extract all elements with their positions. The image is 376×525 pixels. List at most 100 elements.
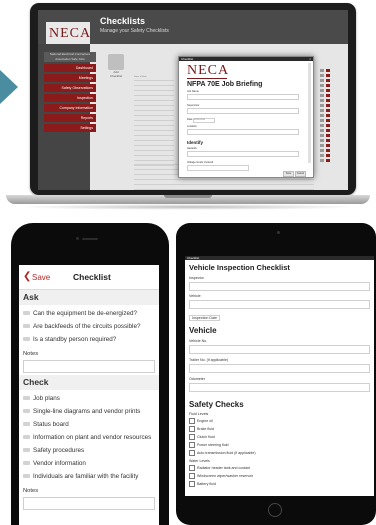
odometer-field[interactable]	[189, 383, 370, 392]
vehicle-no-field[interactable]	[189, 345, 370, 354]
edit-icon[interactable]	[320, 159, 324, 162]
delete-icon[interactable]	[326, 144, 330, 147]
supervisor-field[interactable]	[187, 108, 299, 114]
delete-icon[interactable]	[326, 129, 330, 132]
edit-icon[interactable]	[320, 114, 324, 117]
edit-icon[interactable]	[320, 124, 324, 127]
checklist-item[interactable]: Are backfeeds of the circuits possible?	[23, 323, 140, 330]
checklist-item[interactable]: Windscreen wiper/washer reservoir	[189, 473, 253, 479]
checkbox[interactable]	[189, 473, 195, 479]
delete-icon[interactable]	[326, 134, 330, 137]
modal-scrollbar[interactable]	[308, 63, 311, 163]
checkbox[interactable]	[23, 324, 30, 329]
checklist-item[interactable]: Engine oil	[189, 418, 213, 424]
delete-icon[interactable]	[326, 139, 330, 142]
checklist-item[interactable]: Single-line diagrams and vendor prints	[23, 408, 140, 415]
edit-icon[interactable]	[320, 84, 324, 87]
checkbox[interactable]	[23, 396, 30, 401]
notes-field[interactable]	[23, 360, 155, 373]
checkbox[interactable]	[23, 435, 30, 440]
checkbox[interactable]	[189, 426, 195, 432]
checkbox[interactable]	[23, 422, 30, 427]
sidebar-item[interactable]: Dashboard	[44, 64, 96, 72]
checkbox[interactable]	[23, 474, 30, 479]
edit-icon[interactable]	[320, 94, 324, 97]
delete-icon[interactable]	[326, 159, 330, 162]
delete-icon[interactable]	[326, 84, 330, 87]
sidebar-item[interactable]: Inspection	[44, 94, 96, 102]
delete-icon[interactable]	[326, 149, 330, 152]
delete-icon[interactable]	[326, 99, 330, 102]
chevron-left-icon[interactable]: ❮	[23, 271, 31, 282]
delete-icon[interactable]	[326, 119, 330, 122]
checklist-item[interactable]: Job plans	[23, 395, 60, 402]
save-button[interactable]: Save	[283, 171, 294, 177]
checkbox[interactable]	[23, 311, 30, 316]
delete-icon[interactable]	[326, 109, 330, 112]
delete-icon[interactable]	[326, 94, 330, 97]
edit-icon[interactable]	[320, 139, 324, 142]
edit-icon[interactable]	[320, 134, 324, 137]
checkbox[interactable]	[189, 465, 195, 471]
sidebar-item[interactable]: Meetings	[44, 74, 96, 82]
edit-icon[interactable]	[320, 69, 324, 72]
checklist-item[interactable]: Battery fluid	[189, 481, 216, 487]
checkbox[interactable]	[189, 418, 195, 424]
edit-icon[interactable]	[320, 104, 324, 107]
sidebar-item[interactable]: Settings	[44, 124, 96, 132]
checklist-item[interactable]: Individuals are familiar with the facili…	[23, 473, 138, 480]
checklist-item[interactable]: Brake fluid	[189, 426, 214, 432]
delete-icon[interactable]	[326, 69, 330, 72]
app-logo[interactable]: NECA	[46, 22, 90, 44]
sidebar-item[interactable]: Safety Observations	[44, 84, 96, 92]
edit-icon[interactable]	[320, 119, 324, 122]
job-name-field[interactable]	[187, 94, 299, 100]
edit-icon[interactable]	[320, 129, 324, 132]
checklist-item[interactable]: Auto transmission fluid (if applicable)	[189, 450, 256, 456]
checklist-item[interactable]: Status board	[23, 421, 69, 428]
hazards-field[interactable]	[187, 151, 299, 157]
delete-icon[interactable]	[326, 124, 330, 127]
sidebar-item[interactable]: Company Information	[44, 104, 96, 112]
table-row[interactable]	[134, 185, 314, 190]
checkbox[interactable]	[189, 442, 195, 448]
close-icon[interactable]: ×	[309, 57, 311, 61]
edit-icon[interactable]	[320, 74, 324, 77]
checkbox[interactable]	[189, 434, 195, 440]
date-field[interactable]: 07/01/2015	[193, 118, 215, 123]
checklist-item[interactable]: Radiator header tank and coolant	[189, 465, 250, 471]
home-button[interactable]	[268, 503, 282, 517]
voltage-field[interactable]	[187, 165, 249, 171]
delete-icon[interactable]	[326, 74, 330, 77]
vehicle-field[interactable]	[189, 300, 370, 309]
checkbox[interactable]	[189, 481, 195, 487]
checklist-item[interactable]: Vendor information	[23, 460, 86, 467]
edit-icon[interactable]	[320, 144, 324, 147]
checklist-item[interactable]: Is a standby person required?	[23, 336, 116, 343]
trailer-no-field[interactable]	[189, 364, 370, 373]
edit-icon[interactable]	[320, 154, 324, 157]
checkbox[interactable]	[23, 409, 30, 414]
save-button[interactable]: Save	[32, 273, 50, 282]
delete-icon[interactable]	[326, 154, 330, 157]
edit-icon[interactable]	[320, 99, 324, 102]
checklist-item[interactable]: Information on plant and vendor resource…	[23, 434, 151, 441]
checkbox[interactable]	[189, 450, 195, 456]
location-field[interactable]	[187, 129, 299, 135]
edit-icon[interactable]	[320, 149, 324, 152]
sidebar-item[interactable]: Reports	[44, 114, 96, 122]
delete-icon[interactable]	[326, 79, 330, 82]
checklist-item[interactable]: Power steering fluid	[189, 442, 229, 448]
delete-icon[interactable]	[326, 114, 330, 117]
checkbox[interactable]	[23, 337, 30, 342]
checkbox[interactable]	[23, 461, 30, 466]
delete-icon[interactable]	[326, 89, 330, 92]
checklist-item[interactable]: Can the equipment be de-energized?	[23, 310, 137, 317]
checkbox[interactable]	[23, 448, 30, 453]
checklist-item[interactable]: Clutch fluid	[189, 434, 215, 440]
inspection-date-field[interactable]: Inspection Date	[189, 315, 220, 321]
inspector-field[interactable]	[189, 282, 370, 291]
edit-icon[interactable]	[320, 79, 324, 82]
add-checklist-button[interactable]	[108, 54, 124, 70]
cancel-button[interactable]: Cancel	[295, 171, 306, 177]
